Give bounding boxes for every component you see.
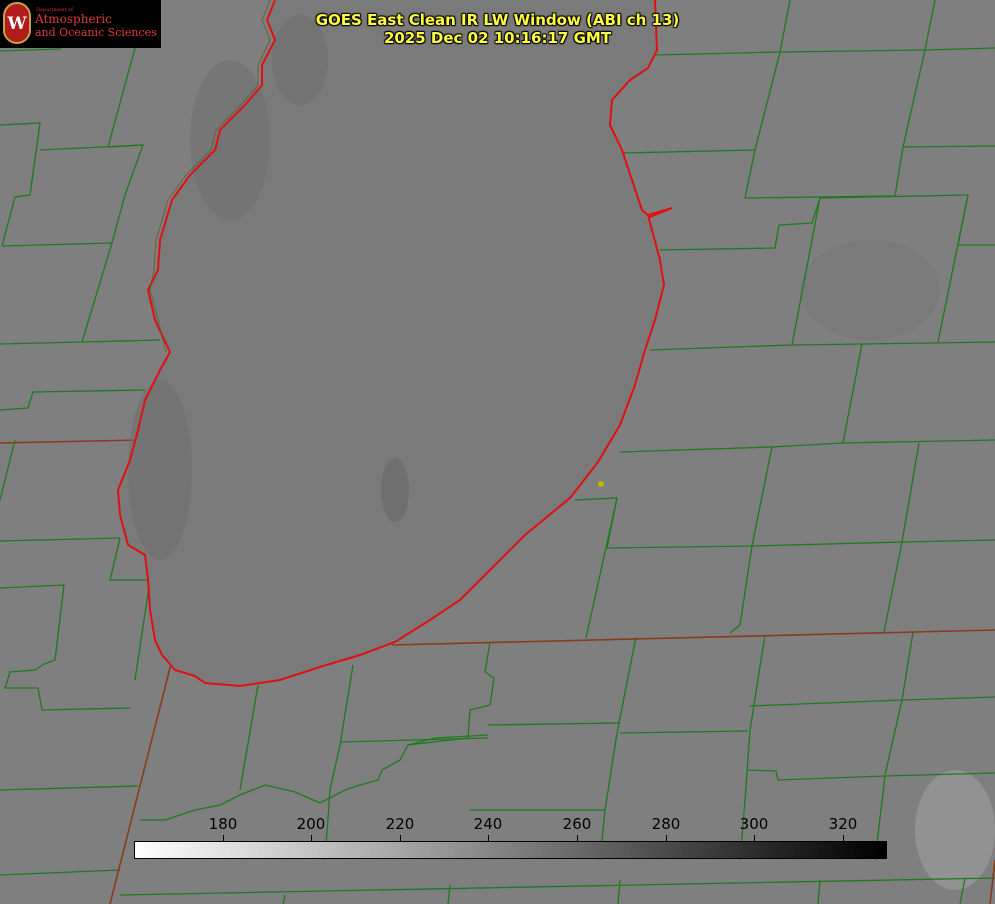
colorbar-tick — [754, 835, 755, 841]
colorbar-tick — [488, 835, 489, 841]
colorbar-tick-label: 200 — [296, 815, 326, 833]
cold-patch — [128, 380, 192, 560]
image-timestamp: 2025 Dec 02 10:16:17 GMT — [383, 29, 612, 47]
colorbar-tick — [400, 835, 401, 841]
colorbar-tick-label: 280 — [651, 815, 681, 833]
colorbar-tick — [666, 835, 667, 841]
satellite-image-viewer: W Department of Atmospheric and Oceanic … — [0, 0, 995, 904]
satellite-map — [0, 0, 995, 904]
colorbar-tick — [311, 835, 312, 841]
colorbar-tick — [577, 835, 578, 841]
colorbar-tick — [843, 835, 844, 841]
colorbar-tick — [223, 835, 224, 841]
cold-patch — [381, 458, 409, 522]
cloud-patch — [915, 770, 995, 890]
colorbar-tick-label: 320 — [828, 815, 858, 833]
colorbar-gradient — [134, 841, 887, 859]
cloud-patch — [800, 240, 940, 340]
colorbar-tick-label: 240 — [473, 815, 503, 833]
image-title: GOES East Clean IR LW Window (ABI ch 13) — [315, 11, 680, 29]
colorbar-tick-label: 260 — [562, 815, 592, 833]
colorbar-tick-label: 180 — [208, 815, 238, 833]
colorbar-tick-label: 220 — [385, 815, 415, 833]
location-marker — [598, 481, 604, 487]
colorbar-tick-label: 300 — [739, 815, 769, 833]
